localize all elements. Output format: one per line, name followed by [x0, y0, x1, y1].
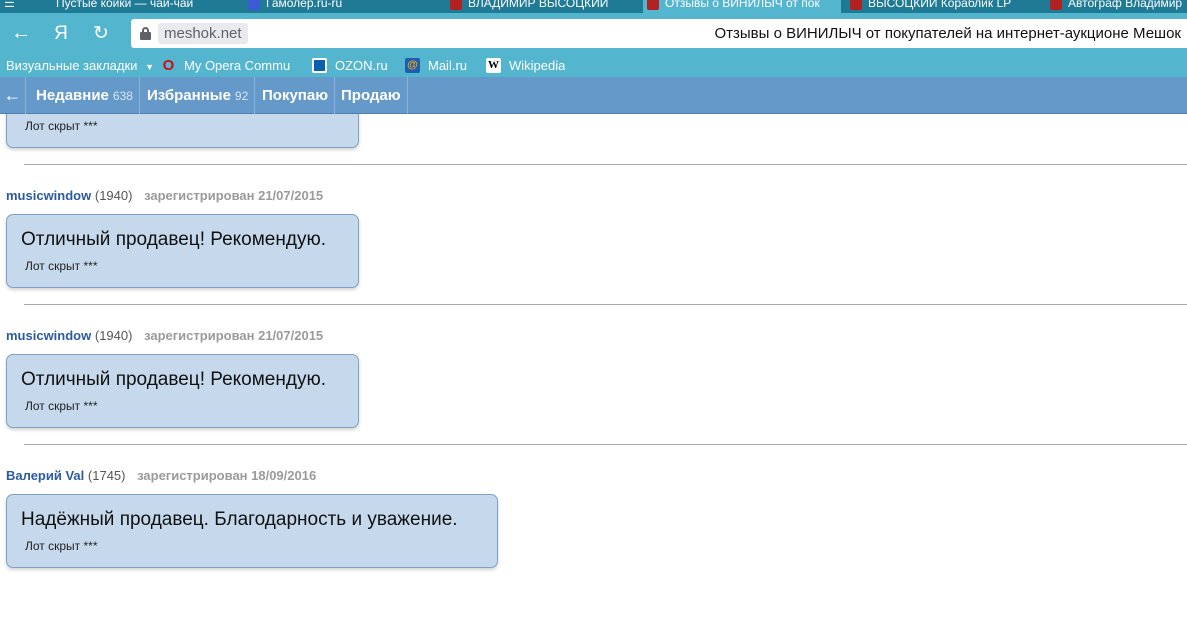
- lot-hidden-text: Лот скрыт ***: [25, 119, 98, 133]
- tab-label: ВЫСОЦКИЙ Кораблик LP: [868, 0, 1012, 10]
- nav-buying[interactable]: Покупаю: [256, 77, 336, 114]
- review-text: Надёжный продавец. Благодарность и уваже…: [21, 509, 458, 530]
- page-title: Отзывы о ВИНИЛЫЧ от покупателей на интер…: [714, 25, 1181, 42]
- nav-favorites[interactable]: Избранные 92: [141, 77, 256, 114]
- registration-date: зарегистрирован 21/07/2015: [144, 328, 324, 343]
- review-bubble: Надёжный продавец. Благодарность и уваже…: [6, 494, 498, 568]
- tab-label: Гамолер.ru-ru: [266, 0, 343, 10]
- reviewer-rating: (1940): [94, 328, 133, 343]
- wikipedia-icon: W: [486, 58, 501, 74]
- bookmark-label: My Opera Commu: [184, 58, 291, 73]
- review-header: Валерий Val (1745) зарегистрирован 18/09…: [6, 468, 316, 484]
- tab-label: Отзывы о ВИНИЛЫЧ от пок: [665, 0, 820, 10]
- registration-date: зарегистрирован 21/07/2015: [144, 188, 324, 203]
- nav-label: Недавние: [36, 87, 109, 104]
- nav-label: Продаю: [341, 87, 401, 104]
- lot-hidden-text: Лот скрыт ***: [25, 259, 98, 273]
- review-text: Отличный продавец! Рекомендую.: [21, 369, 326, 390]
- nav-count: 638: [112, 89, 133, 103]
- nav-label: Избранные: [147, 87, 231, 104]
- review-header: musicwindow (1940) зарегистрирован 21/07…: [6, 328, 323, 344]
- review-bubble: Отличный продавец! Рекомендую. Лот скрыт…: [6, 354, 359, 428]
- lot-hidden-text: Лот скрыт ***: [25, 399, 98, 413]
- reviewer-rating: (1940): [94, 188, 133, 203]
- opera-icon: O: [162, 57, 175, 75]
- bookmark-ozon[interactable]: OZON.ru: [312, 54, 388, 77]
- review-bubble: Отличный продавец! Рекомендую. Лот скрыт…: [6, 214, 359, 288]
- yandex-button[interactable]: Я: [46, 13, 76, 54]
- meshok-favicon-icon: [1050, 0, 1062, 10]
- review-text: Отличный продавец! Рекомендую.: [21, 229, 326, 250]
- reviewer-link[interactable]: Валерий Val: [6, 468, 84, 483]
- browser-tab[interactable]: ВЛАДИМИР ВЫСОЦКИЙ: [446, 0, 638, 13]
- tab-label: Пустые койки — чай-чай: [56, 0, 194, 10]
- tab-label: Автограф Владимир: [1068, 0, 1183, 10]
- bookmark-label: OZON.ru: [335, 58, 388, 73]
- tab-menu-button[interactable]: ☰: [0, 0, 36, 13]
- nav-selling[interactable]: Продаю: [335, 77, 408, 114]
- domain-chip[interactable]: meshok.net: [158, 23, 248, 44]
- bookmark-visual-bookmarks[interactable]: Визуальные закладки ▼: [6, 54, 154, 77]
- bookmark-label: Визуальные закладки: [6, 58, 138, 73]
- browser-tab-strip: ☰ Пустые койки — чай-чай Гамолер.ru-ru В…: [0, 0, 1187, 13]
- reviewer-rating: (1745): [87, 468, 126, 483]
- back-button[interactable]: ←: [6, 13, 36, 54]
- meshok-favicon-icon: [850, 0, 862, 10]
- browser-tab[interactable]: Гамолер.ru-ru: [244, 0, 440, 13]
- meshok-favicon-icon: [647, 0, 659, 10]
- site-nav-bar: ← Недавние 638 Избранные 92 Покупаю Продаю: [0, 77, 1187, 114]
- bookmark-mailru[interactable]: @ Mail.ru: [405, 54, 467, 77]
- bookmark-label: Wikipedia: [509, 58, 566, 73]
- review-bubble: Лот скрыт ***: [6, 114, 359, 148]
- tab-label: ВЛАДИМИР ВЫСОЦКИЙ: [468, 0, 609, 10]
- reviewer-link[interactable]: musicwindow: [6, 328, 91, 343]
- nav-count: 92: [234, 89, 249, 103]
- site-favicon-icon: [248, 0, 260, 10]
- bookmarks-bar: Визуальные закладки ▼ O My Opera Commu OZ…: [0, 54, 1187, 77]
- divider: [24, 304, 1187, 305]
- reviewer-link[interactable]: musicwindow: [6, 188, 91, 203]
- lot-hidden-text: Лот скрыт ***: [25, 539, 98, 553]
- divider: [24, 164, 1187, 165]
- browser-tab[interactable]: Автограф Владимир: [1046, 0, 1187, 13]
- lock-icon[interactable]: [140, 27, 151, 40]
- browser-tab-active[interactable]: Отзывы о ВИНИЛЫЧ от пок: [643, 0, 841, 13]
- bookmark-my-opera[interactable]: O My Opera Commu: [161, 54, 297, 77]
- bookmark-label: Mail.ru: [428, 58, 468, 73]
- reload-button[interactable]: ↻: [86, 13, 116, 54]
- back-arrow-icon[interactable]: ←: [0, 77, 26, 114]
- nav-label: Покупаю: [262, 87, 329, 104]
- address-toolbar: ← Я ↻ meshok.net Отзывы о ВИНИЛЫЧ от пок…: [0, 13, 1187, 54]
- dropdown-icon: ▼: [145, 62, 154, 72]
- mailru-icon: @: [405, 58, 420, 74]
- registration-date: зарегистрирован 18/09/2016: [137, 468, 317, 483]
- browser-tab[interactable]: Пустые койки — чай-чай: [52, 0, 242, 13]
- reviews-list: Лот скрыт *** musicwindow (1940) зарегис…: [0, 114, 1187, 625]
- bookmark-wikipedia[interactable]: W Wikipedia: [486, 54, 565, 77]
- divider: [24, 444, 1187, 445]
- browser-tab[interactable]: ВЫСОЦКИЙ Кораблик LP: [846, 0, 1040, 13]
- meshok-favicon-icon: [450, 0, 462, 10]
- address-field[interactable]: meshok.net Отзывы о ВИНИЛЫЧ от покупател…: [131, 19, 1187, 48]
- review-header: musicwindow (1940) зарегистрирован 21/07…: [6, 188, 323, 204]
- nav-recent[interactable]: Недавние 638: [30, 77, 140, 114]
- ozon-icon: [312, 58, 327, 74]
